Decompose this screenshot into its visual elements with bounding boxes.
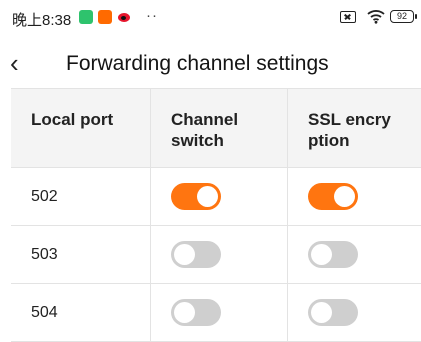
ssl-encryption-toggle[interactable] [308, 299, 358, 326]
header-ssl-encryption: SSL encry ption [287, 89, 421, 167]
status-bar: 晚上8:38 ·· 92 [0, 0, 421, 36]
ssl-encryption-cell [287, 226, 421, 283]
toggle-knob [334, 186, 355, 207]
back-icon[interactable]: ‹ [10, 48, 34, 78]
header-local-port: Local port [31, 110, 114, 129]
header: ‹ Forwarding channel settings [0, 44, 421, 84]
ssl-encryption-toggle[interactable] [308, 241, 358, 268]
toggle-knob [174, 244, 195, 265]
ssl-encryption-cell [287, 168, 421, 225]
status-time: 晚上8:38 [12, 12, 72, 29]
messaging-app-icon [79, 10, 93, 24]
channel-switch-toggle[interactable] [171, 299, 221, 326]
port-cell: 504 [31, 303, 58, 321]
toggle-knob [197, 186, 218, 207]
ssl-encryption-toggle[interactable] [308, 183, 358, 210]
more-notifications-icon: ·· [146, 7, 158, 24]
ssl-encryption-cell [287, 284, 421, 341]
toggle-knob [311, 244, 332, 265]
channel-switch-cell [150, 168, 287, 225]
channel-switch-cell [150, 226, 287, 283]
port-cell: 502 [31, 187, 58, 205]
port-cell: 503 [31, 245, 58, 263]
table-header-row: Local port Channel switch SSL encry ptio… [11, 88, 421, 168]
channel-switch-toggle[interactable] [171, 241, 221, 268]
header-channel-switch: Channel switch [150, 89, 287, 167]
mi-app-icon [98, 10, 112, 24]
channel-switch-cell [150, 284, 287, 341]
toggle-knob [174, 302, 195, 323]
wifi-icon [367, 10, 385, 24]
table-row: 503 [11, 226, 421, 284]
port-table: Local port Channel switch SSL encry ptio… [11, 88, 421, 342]
table-row: 504 [11, 284, 421, 342]
channel-switch-toggle[interactable] [171, 183, 221, 210]
toggle-knob [311, 302, 332, 323]
no-sim-icon [340, 11, 356, 23]
battery-icon: 92 [390, 10, 417, 23]
page-title: Forwarding channel settings [66, 52, 329, 75]
table-row: 502 [11, 168, 421, 226]
weibo-app-icon [117, 10, 131, 24]
